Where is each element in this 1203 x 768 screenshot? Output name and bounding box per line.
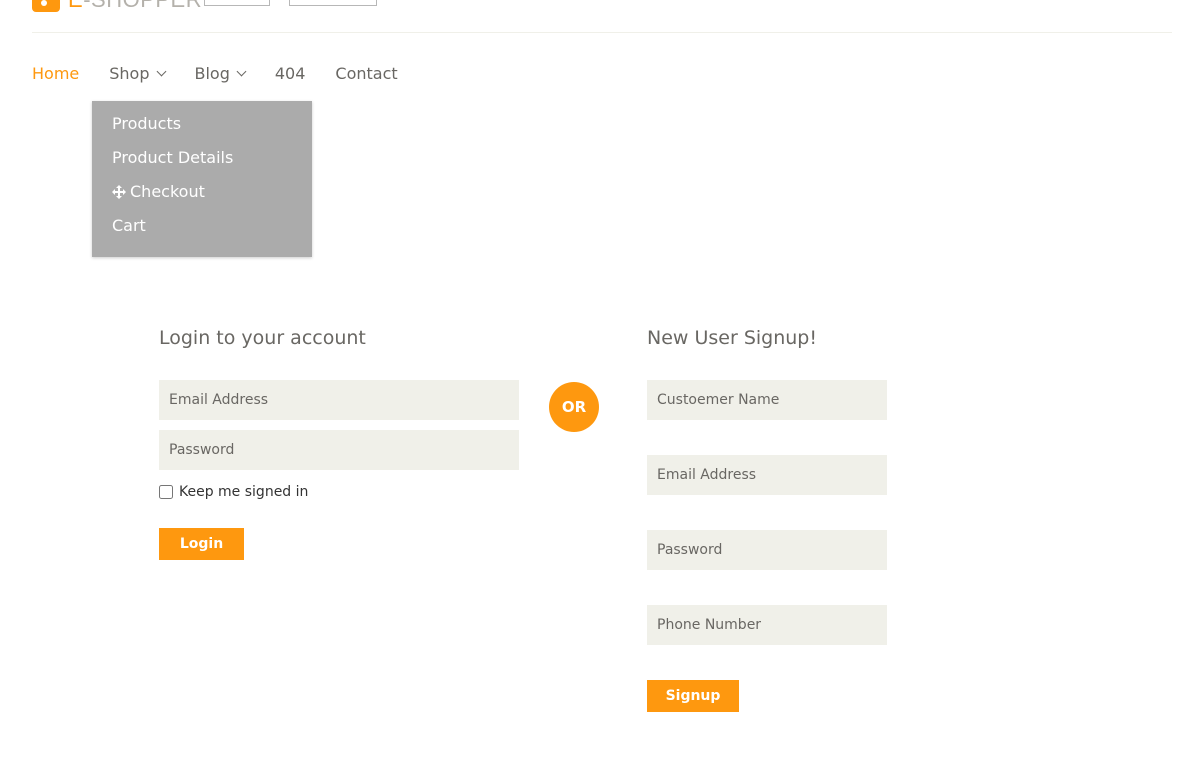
signup-title: New User Signup! xyxy=(647,327,817,349)
or-badge: OR xyxy=(549,382,599,432)
logo[interactable]: E-SHOPPER xyxy=(32,0,202,12)
main-nav: Home Shop Blog 404 Contact xyxy=(32,62,398,84)
dropdown-item-label: Checkout xyxy=(130,182,205,201)
login-password-field[interactable] xyxy=(159,430,519,470)
login-email-field[interactable] xyxy=(159,380,519,420)
logo-text: E-SHOPPER xyxy=(68,0,202,12)
signup-name-field[interactable] xyxy=(647,380,887,420)
nav-item-blog[interactable]: Blog xyxy=(194,62,247,84)
logo-prefix: E xyxy=(68,0,83,12)
signup-button[interactable]: Signup xyxy=(647,680,739,712)
chevron-down-icon xyxy=(156,66,166,76)
country-select[interactable] xyxy=(204,0,270,6)
shopping-bag-icon xyxy=(32,0,60,12)
login-title: Login to your account xyxy=(159,327,366,349)
dropdown-item-label: Products xyxy=(112,114,182,133)
nav-item-contact[interactable]: Contact xyxy=(335,62,397,84)
dropdown-item-cart[interactable]: Cart xyxy=(92,215,312,249)
nav-item-label: Contact xyxy=(335,63,398,83)
signup-email-field[interactable] xyxy=(647,455,887,495)
nav-item-shop[interactable]: Shop xyxy=(109,62,166,84)
header-divider xyxy=(32,32,1172,33)
shop-dropdown-menu: Products Product Details Checkout Cart xyxy=(92,101,312,257)
signup-phone-field[interactable] xyxy=(647,605,887,645)
keep-signed-in[interactable]: Keep me signed in xyxy=(159,484,308,500)
nav-item-label: Home xyxy=(32,63,80,83)
chevron-down-icon xyxy=(236,66,247,76)
dropdown-item-product-details[interactable]: Product Details xyxy=(92,147,312,181)
nav-item-label: Shop xyxy=(109,63,150,83)
move-cross-icon xyxy=(112,185,126,199)
keep-signed-in-label: Keep me signed in xyxy=(179,484,309,500)
nav-item-home[interactable]: Home xyxy=(32,62,79,84)
keep-signed-in-checkbox[interactable] xyxy=(159,485,173,499)
dropdown-item-checkout[interactable]: Checkout xyxy=(92,181,312,215)
nav-item-label: 404 xyxy=(274,63,306,83)
currency-select[interactable] xyxy=(289,0,377,6)
dropdown-item-label: Product Details xyxy=(112,148,234,167)
dropdown-item-label: Cart xyxy=(112,216,146,235)
nav-item-label: Blog xyxy=(194,63,230,83)
logo-rest: -SHOPPER xyxy=(83,0,202,12)
nav-item-404[interactable]: 404 xyxy=(275,62,306,84)
signup-password-field[interactable] xyxy=(647,530,887,570)
login-button[interactable]: Login xyxy=(159,528,244,560)
dropdown-item-products[interactable]: Products xyxy=(92,113,312,147)
